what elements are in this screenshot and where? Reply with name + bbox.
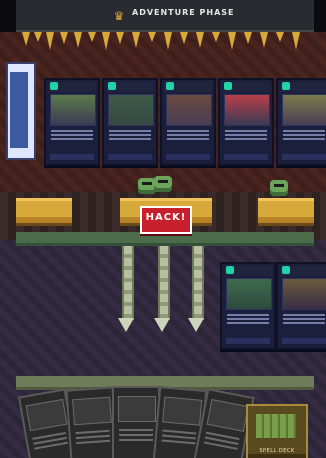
hand-card-text	[75, 427, 111, 447]
card-description	[109, 128, 151, 146]
hack-sign: HACK!	[140, 206, 192, 234]
stalactite-row	[16, 32, 314, 72]
stalactite	[34, 32, 42, 42]
card-description	[225, 128, 267, 146]
card-art	[282, 278, 326, 310]
hand-card[interactable]	[65, 386, 119, 458]
phase-title: ADVENTURE PHASE	[132, 8, 235, 17]
spike-tip-icon	[154, 318, 170, 332]
card-footer	[166, 154, 210, 160]
spike-trap	[188, 246, 204, 332]
hand-card-art	[72, 396, 112, 426]
stone-rail	[16, 232, 314, 246]
stalactite	[22, 32, 30, 46]
card-footer	[282, 338, 326, 344]
hero-card[interactable]	[6, 62, 36, 160]
card-description	[283, 312, 325, 330]
cost-gem-icon	[108, 82, 116, 90]
room-card[interactable]	[220, 262, 276, 350]
game-stage: ♛ ADVENTURE PHASE HACK! SPELL DECK	[0, 0, 326, 458]
stalactite	[180, 32, 188, 44]
card-art	[166, 94, 212, 126]
stalactite	[132, 32, 140, 48]
hand-card[interactable]	[112, 386, 160, 458]
hand-card-text	[32, 429, 69, 453]
stalactite	[212, 32, 220, 42]
hand-card-text	[161, 427, 197, 448]
card-art	[224, 94, 270, 126]
stalactite	[260, 32, 268, 48]
gold-ledge	[16, 198, 72, 223]
card-art	[108, 94, 154, 126]
card-art	[226, 278, 272, 310]
room-card[interactable]	[276, 262, 326, 350]
stalactite	[148, 32, 156, 42]
card-description	[167, 128, 209, 146]
room-card[interactable]	[218, 78, 274, 166]
stalactite	[46, 32, 54, 50]
spike-stem	[192, 246, 204, 320]
cost-gem-icon	[226, 266, 234, 274]
card-art	[50, 94, 96, 126]
spike-trap	[154, 246, 170, 332]
cost-gem-icon	[166, 82, 174, 90]
spell-deck-label: SPELL DECK	[259, 448, 295, 454]
card-footer	[50, 154, 94, 160]
phase-bar: ♛ ADVENTURE PHASE	[16, 0, 314, 32]
card-footer	[226, 338, 270, 344]
spike-trap	[118, 246, 134, 332]
hand-card-art	[118, 396, 156, 422]
spike-stem	[158, 246, 170, 320]
card-footer	[224, 154, 268, 160]
spell-deck[interactable]: SPELL DECK	[246, 404, 308, 458]
hand-card-art	[206, 399, 249, 432]
card-description	[283, 128, 325, 146]
stalactite	[102, 32, 110, 50]
stalactite	[74, 32, 82, 48]
hack-label: HACK!	[145, 212, 187, 223]
goblin-sprite	[270, 180, 288, 196]
stalactite	[276, 32, 284, 42]
player-hand	[16, 382, 256, 458]
stalactite	[292, 32, 300, 50]
spike-stem	[122, 246, 134, 320]
spike-tip-icon	[118, 318, 134, 332]
stalactite	[60, 32, 68, 44]
cost-gem-icon	[282, 82, 290, 90]
hand-card-art	[25, 398, 68, 432]
card-art	[282, 94, 326, 126]
stalactite	[116, 32, 124, 44]
spike-tip-icon	[188, 318, 204, 332]
cost-gem-icon	[50, 82, 58, 90]
stalactite	[196, 32, 204, 48]
stalactite	[244, 32, 252, 44]
room-card[interactable]	[160, 78, 216, 166]
hand-card-text	[203, 429, 240, 453]
gold-ledge	[258, 198, 314, 223]
card-footer	[282, 154, 326, 160]
cost-gem-icon	[224, 82, 232, 90]
card-description	[51, 128, 93, 146]
room-card[interactable]	[276, 78, 326, 166]
goblin-sprite	[154, 176, 172, 192]
deck-glyph-icon	[256, 414, 296, 438]
cost-gem-icon	[282, 266, 290, 274]
room-card[interactable]	[44, 78, 100, 166]
stalactite	[88, 32, 96, 42]
crown-icon: ♛	[113, 9, 125, 23]
stalactite	[164, 32, 172, 50]
hand-card-text	[119, 426, 153, 444]
room-card[interactable]	[102, 78, 158, 166]
card-description	[227, 312, 269, 330]
card-footer	[108, 154, 152, 160]
hero-portrait	[10, 72, 28, 148]
hand-card-art	[162, 396, 203, 426]
stalactite	[228, 32, 236, 50]
